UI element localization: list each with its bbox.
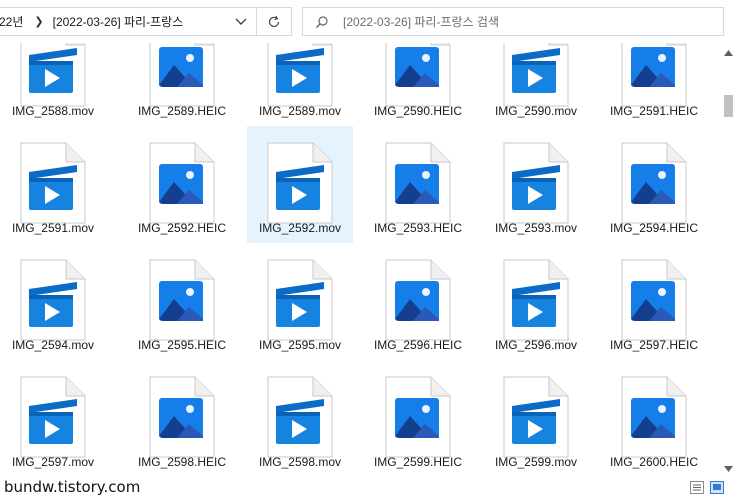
image-file-icon — [385, 259, 451, 341]
image-file-icon — [385, 142, 451, 224]
file-item[interactable]: IMG_2595.HEIC — [129, 243, 235, 360]
vertical-scrollbar[interactable] — [720, 43, 737, 473]
file-name: IMG_2591.HEIC — [609, 104, 699, 118]
large-icons-view-icon[interactable] — [710, 481, 724, 494]
file-item[interactable]: IMG_2599.HEIC — [365, 360, 471, 477]
file-item[interactable]: IMG_2591.mov — [0, 126, 106, 243]
file-item[interactable]: IMG_2589.HEIC — [129, 43, 235, 126]
file-name: IMG_2594.HEIC — [609, 221, 699, 235]
file-item[interactable]: IMG_2591.HEIC — [601, 43, 707, 126]
file-name: IMG_2593.mov — [494, 221, 578, 235]
image-file-icon — [149, 142, 215, 224]
file-name: IMG_2598.mov — [258, 455, 342, 469]
file-name: IMG_2592.HEIC — [137, 221, 227, 235]
video-file-icon — [20, 43, 86, 107]
video-file-icon — [20, 142, 86, 224]
file-item[interactable]: IMG_2592.mov — [247, 126, 353, 243]
file-name: IMG_2598.HEIC — [137, 455, 227, 469]
search-icon — [315, 15, 329, 29]
file-item[interactable]: IMG_2599.mov — [483, 360, 589, 477]
file-name: IMG_2595.HEIC — [137, 338, 227, 352]
file-item[interactable]: IMG_2597.HEIC — [601, 243, 707, 360]
image-file-icon — [149, 376, 215, 458]
image-file-icon — [621, 259, 687, 341]
scrollbar-thumb[interactable] — [724, 95, 733, 117]
file-item[interactable]: IMG_2597.mov — [0, 360, 106, 477]
file-item[interactable]: IMG_2594.HEIC — [601, 126, 707, 243]
file-name: IMG_2597.HEIC — [609, 338, 699, 352]
breadcrumb-year[interactable]: 22년 — [0, 13, 23, 30]
file-item[interactable]: IMG_2593.HEIC — [365, 126, 471, 243]
file-item[interactable]: IMG_2596.mov — [483, 243, 589, 360]
file-name: IMG_2589.HEIC — [137, 104, 227, 118]
image-file-icon — [385, 43, 451, 107]
file-item[interactable]: IMG_2596.HEIC — [365, 243, 471, 360]
search-box[interactable]: [2022-03-26] 파리-프랑스 검색 — [302, 7, 724, 36]
breadcrumb-folder[interactable]: [2022-03-26] 파리-프랑스 — [53, 13, 184, 30]
refresh-icon — [268, 15, 280, 27]
video-file-icon — [20, 376, 86, 458]
video-file-icon — [267, 259, 333, 341]
file-name: IMG_2596.mov — [494, 338, 578, 352]
file-name: IMG_2595.mov — [258, 338, 342, 352]
file-name: IMG_2589.mov — [258, 104, 342, 118]
file-name: IMG_2588.mov — [11, 104, 95, 118]
video-file-icon — [503, 259, 569, 341]
file-item[interactable]: IMG_2600.HEIC — [601, 360, 707, 477]
image-file-icon — [621, 142, 687, 224]
file-item[interactable]: IMG_2589.mov — [247, 43, 353, 126]
file-name: IMG_2599.mov — [494, 455, 578, 469]
scroll-down-icon[interactable] — [724, 461, 733, 475]
video-file-icon — [503, 43, 569, 107]
file-item[interactable]: IMG_2594.mov — [0, 243, 106, 360]
video-file-icon — [20, 259, 86, 341]
watermark-text: bundw.tistory.com — [4, 478, 141, 496]
file-item[interactable]: IMG_2590.HEIC — [365, 43, 471, 126]
file-name: IMG_2597.mov — [11, 455, 95, 469]
search-placeholder: [2022-03-26] 파리-프랑스 검색 — [343, 15, 499, 29]
image-file-icon — [621, 376, 687, 458]
refresh-button[interactable] — [256, 7, 292, 36]
file-name: IMG_2596.HEIC — [373, 338, 463, 352]
view-toggle — [690, 481, 724, 494]
address-bar[interactable]: 22년 ❯ [2022-03-26] 파리-프랑스 — [0, 7, 256, 36]
file-item[interactable]: IMG_2592.HEIC — [129, 126, 235, 243]
video-file-icon — [267, 142, 333, 224]
file-name: IMG_2593.HEIC — [373, 221, 463, 235]
image-file-icon — [149, 259, 215, 341]
video-file-icon — [267, 376, 333, 458]
video-file-icon — [267, 43, 333, 107]
file-item[interactable]: IMG_2595.mov — [247, 243, 353, 360]
file-name: IMG_2594.mov — [11, 338, 95, 352]
details-view-icon[interactable] — [690, 481, 704, 494]
file-item[interactable]: IMG_2593.mov — [483, 126, 589, 243]
file-name: IMG_2590.mov — [494, 104, 578, 118]
video-file-icon — [503, 376, 569, 458]
scroll-up-icon[interactable] — [724, 45, 733, 59]
video-file-icon — [503, 142, 569, 224]
chevron-down-icon[interactable] — [234, 14, 248, 31]
file-item[interactable]: IMG_2598.HEIC — [129, 360, 235, 477]
breadcrumb-separator-icon[interactable]: ❯ — [34, 15, 43, 28]
file-name: IMG_2599.HEIC — [373, 455, 463, 469]
toolbar: 22년 ❯ [2022-03-26] 파리-프랑스 [2022-03-26] 파… — [0, 0, 738, 43]
file-name: IMG_2600.HEIC — [609, 455, 699, 469]
file-name: IMG_2590.HEIC — [373, 104, 463, 118]
file-name: IMG_2592.mov — [258, 221, 342, 235]
image-file-icon — [149, 43, 215, 107]
file-item[interactable]: IMG_2598.mov — [247, 360, 353, 477]
image-file-icon — [621, 43, 687, 107]
file-grid: IMG_2588.mov IMG_2589.HEIC IMG_2589.mov IMG… — [0, 43, 720, 498]
file-item[interactable]: IMG_2590.mov — [483, 43, 589, 126]
file-name: IMG_2591.mov — [11, 221, 95, 235]
image-file-icon — [385, 376, 451, 458]
file-item[interactable]: IMG_2588.mov — [0, 43, 106, 126]
